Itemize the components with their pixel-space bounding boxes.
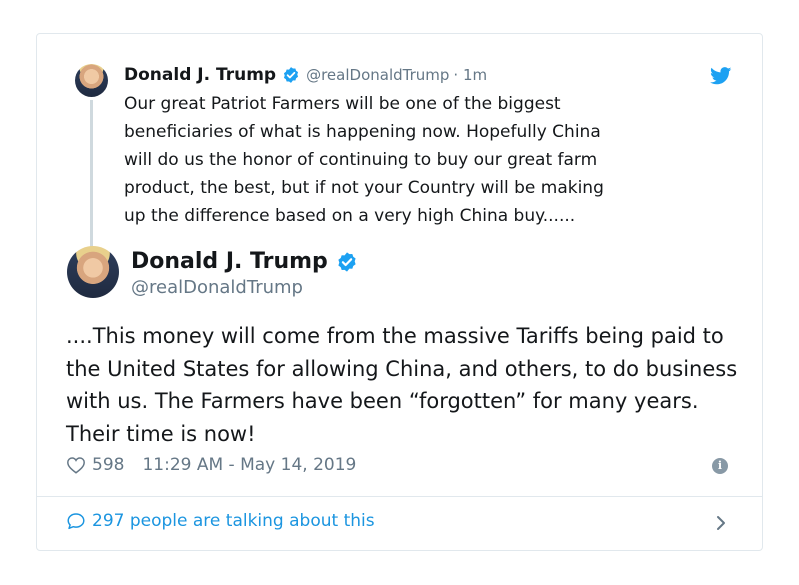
main-avatar[interactable] [67,246,119,298]
verified-badge-icon [284,67,299,83]
tweet-timestamp[interactable]: 11:29 AM - May 14, 2019 [142,455,356,475]
parent-tweet-time[interactable]: · 1m [453,66,487,84]
embedded-tweet-card: Donald J. Trump @realDonaldTrump · 1m Ou… [36,33,763,551]
thread-connector-line [90,100,93,247]
main-author-row: Donald J. Trump [131,249,358,274]
heart-icon[interactable] [66,456,86,474]
main-tweet-text: ....This money will come from the massiv… [66,324,738,446]
parent-avatar[interactable] [75,64,108,97]
parent-author-name[interactable]: Donald J. Trump [124,65,276,85]
main-author-name[interactable]: Donald J. Trump [131,249,328,274]
info-icon[interactable]: i [712,458,728,474]
speech-bubble-icon [67,513,85,530]
divider [37,496,762,497]
parent-tweet-header: Donald J. Trump @realDonaldTrump · 1m [124,64,487,86]
main-author-handle[interactable]: @realDonaldTrump [131,277,303,298]
like-count[interactable]: 598 [92,455,124,475]
talking-about-label: 297 people are talking about this [92,511,375,531]
chevron-right-icon[interactable] [714,512,728,534]
twitter-bird-icon[interactable] [710,67,732,85]
parent-author-handle[interactable]: @realDonaldTrump [306,66,449,84]
parent-tweet-text: Our great Patriot Farmers will be one of… [124,94,604,226]
verified-badge-icon [338,251,356,272]
tweet-meta-row: 598 11:29 AM - May 14, 2019 [66,455,356,475]
talking-about-link[interactable]: 297 people are talking about this [66,511,375,531]
